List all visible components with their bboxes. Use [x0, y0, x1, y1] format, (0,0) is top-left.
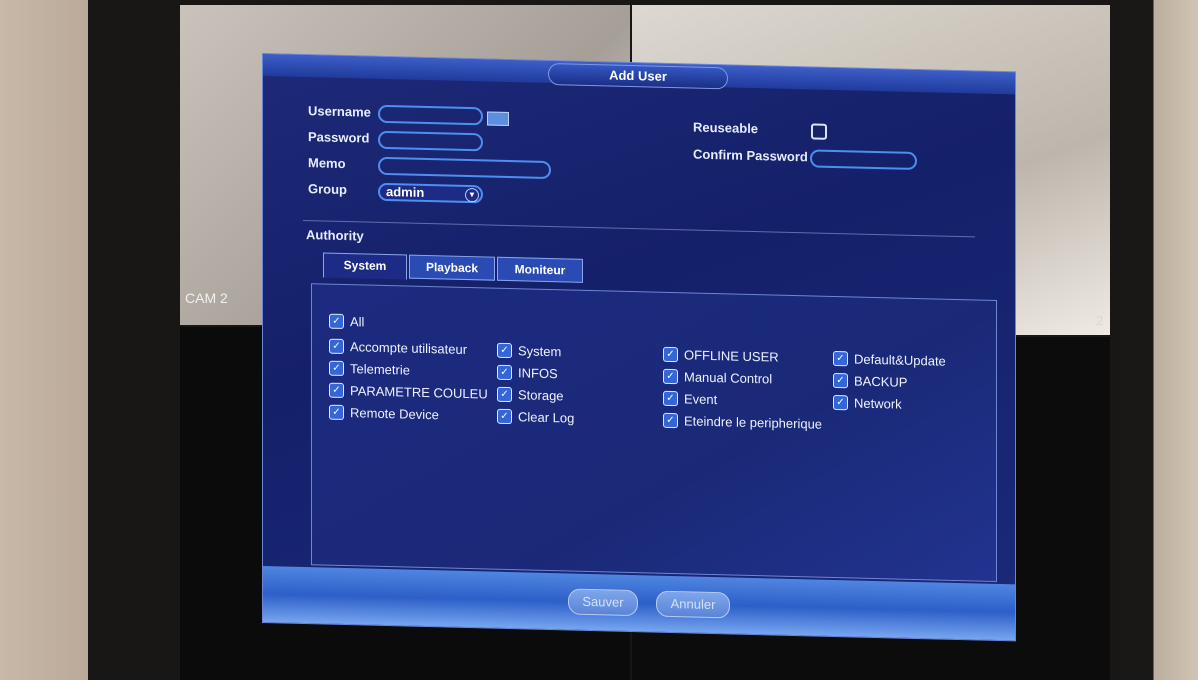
username-label: Username	[308, 103, 371, 120]
group-select[interactable]: admin ▼	[378, 182, 483, 204]
perm-label: Manual Control	[684, 369, 773, 387]
chevron-down-icon: ▼	[465, 187, 479, 203]
dialog-title: Add User	[548, 62, 728, 90]
save-button[interactable]: Sauver	[568, 588, 638, 617]
checkbox-checked-icon: ✓	[663, 346, 678, 363]
checkbox-checked-icon: ✓	[833, 372, 848, 389]
memo-label: Memo	[308, 155, 346, 172]
perm-label: INFOS	[518, 365, 558, 382]
checkbox-checked-icon: ✓	[663, 368, 678, 385]
perm-item[interactable]: ✓ BACKUP	[833, 372, 908, 390]
reuseable-label: Reuseable	[693, 119, 759, 137]
perm-label: BACKUP	[854, 373, 908, 390]
tab-moniteur[interactable]: Moniteur	[497, 256, 583, 283]
password-label: Password	[308, 129, 370, 146]
group-select-value: admin	[386, 184, 425, 200]
perm-label: OFFLINE USER	[684, 347, 779, 365]
perm-item[interactable]: ✓ Telemetrie	[329, 360, 410, 378]
perm-label: Event	[684, 391, 718, 408]
perm-label: Storage	[518, 387, 564, 404]
perm-item[interactable]: ✓ Remote Device	[329, 404, 439, 423]
perm-label: Accompte utilisateur	[350, 339, 468, 358]
reuseable-checkbox[interactable]	[811, 123, 827, 140]
group-label: Group	[308, 181, 347, 198]
divider	[303, 220, 975, 238]
keyboard-icon[interactable]	[487, 111, 509, 127]
camera-label-right: 2	[1096, 313, 1104, 328]
permissions-panel	[311, 283, 997, 582]
checkbox-checked-icon: ✓	[497, 342, 512, 359]
perm-item[interactable]: ✓ Manual Control	[663, 368, 773, 387]
perm-all[interactable]: ✓ All	[329, 313, 365, 330]
perm-item[interactable]: ✓ Event	[663, 390, 718, 408]
cancel-button[interactable]: Annuler	[656, 590, 730, 619]
checkbox-checked-icon: ✓	[329, 360, 344, 377]
perm-label: Default&Update	[854, 351, 946, 369]
tab-system[interactable]: System	[323, 252, 407, 280]
checkbox-checked-icon: ✓	[497, 386, 512, 403]
memo-input[interactable]	[378, 156, 551, 180]
perm-label: Telemetrie	[350, 361, 410, 378]
checkbox-checked-icon: ✓	[833, 394, 848, 411]
perm-item[interactable]: ✓ INFOS	[497, 364, 558, 382]
checkbox-checked-icon: ✓	[329, 404, 344, 421]
perm-item[interactable]: ✓ Storage	[497, 386, 564, 404]
checkbox-checked-icon: ✓	[497, 408, 512, 425]
perm-item[interactable]: ✓ Clear Log	[497, 408, 575, 426]
username-input[interactable]	[378, 104, 483, 126]
perm-item[interactable]: ✓ System	[497, 342, 562, 360]
perm-item[interactable]: ✓ OFFLINE USER	[663, 346, 779, 365]
authority-label: Authority	[306, 227, 364, 244]
perm-label: Clear Log	[518, 409, 575, 426]
perm-item[interactable]: ✓ Network	[833, 394, 902, 412]
checkbox-checked-icon: ✓	[497, 364, 512, 381]
perm-label: Remote Device	[350, 405, 439, 423]
tab-playback[interactable]: Playback	[409, 254, 495, 281]
checkbox-checked-icon: ✓	[833, 350, 848, 367]
confirm-password-label: Confirm Password	[693, 146, 808, 165]
confirm-password-input[interactable]	[810, 149, 917, 171]
password-input[interactable]	[378, 130, 483, 152]
perm-label: Network	[854, 395, 902, 412]
checkbox-checked-icon: ✓	[329, 313, 344, 330]
checkbox-checked-icon: ✓	[663, 412, 678, 429]
perm-label: System	[518, 343, 562, 360]
perm-label: All	[350, 314, 365, 330]
checkbox-checked-icon: ✓	[663, 390, 678, 407]
add-user-dialog: Add User Username Password Memo Group ad…	[262, 53, 1016, 642]
checkbox-checked-icon: ✓	[329, 382, 344, 399]
checkbox-checked-icon: ✓	[329, 338, 344, 355]
camera-label: CAM 2	[185, 290, 228, 306]
perm-item[interactable]: ✓ Default&Update	[833, 350, 946, 369]
